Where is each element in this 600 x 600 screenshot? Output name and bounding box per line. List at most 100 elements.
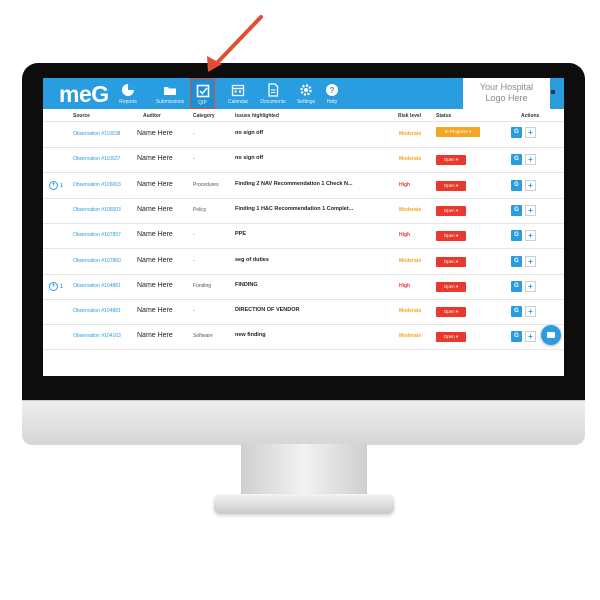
- status-dropdown[interactable]: Open ▾: [436, 307, 466, 318]
- table-row[interactable]: Observation #110638 Name Here - no sign off…: [43, 122, 564, 148]
- status-dropdown[interactable]: Open ▾: [436, 180, 466, 191]
- col-risk[interactable]: Risk level: [398, 113, 421, 119]
- source-link[interactable]: Observation #110637: [73, 156, 120, 162]
- category: -: [193, 131, 195, 137]
- add-action-button[interactable]: +: [525, 230, 536, 242]
- folder-icon: [164, 87, 176, 95]
- add-action-button[interactable]: +: [525, 204, 536, 216]
- source-link[interactable]: Observation #104881: [73, 308, 121, 314]
- gear-icon: [300, 84, 312, 96]
- status-dropdown[interactable]: Open ▾: [436, 256, 466, 267]
- monitor-stand-foot: [214, 494, 394, 514]
- nav-item-submissions[interactable]: Submissions: [150, 78, 190, 109]
- nav-label: QIP: [198, 100, 207, 106]
- col-category[interactable]: Category: [193, 113, 215, 119]
- add-action-button[interactable]: +: [525, 306, 536, 318]
- g-action-button[interactable]: G: [511, 255, 522, 267]
- table-row[interactable]: Observation #107897 Name Here - PPE High Open…: [43, 223, 564, 250]
- auditor-name: Name Here: [137, 155, 173, 163]
- category: -: [193, 156, 195, 163]
- reports-icon: [122, 84, 134, 96]
- nav-item-documents[interactable]: Documents: [255, 78, 291, 109]
- g-action-button[interactable]: G: [511, 280, 522, 292]
- auditor-name: Name Here: [137, 130, 173, 137]
- app-screen: meG Reports Submissions QIP Calendar Documen…: [43, 78, 564, 376]
- document-icon: [268, 83, 279, 97]
- hospital-menu-icon[interactable]: [551, 90, 555, 94]
- chat-bubble-icon[interactable]: [541, 325, 561, 345]
- source-link[interactable]: Observation #104163: [73, 333, 121, 339]
- category: -: [193, 308, 195, 315]
- g-action-button[interactable]: G: [511, 230, 522, 242]
- category: Software: [193, 333, 213, 340]
- add-action-button[interactable]: +: [525, 127, 536, 138]
- col-actions: Actions: [521, 113, 540, 119]
- col-auditor[interactable]: Auditor: [143, 113, 161, 119]
- table-row[interactable]: Observation #110637 Name Here - no sign off…: [43, 147, 564, 174]
- add-action-button[interactable]: +: [525, 154, 536, 166]
- add-action-button[interactable]: +: [525, 255, 536, 267]
- col-status[interactable]: Status: [436, 113, 451, 119]
- status-dropdown[interactable]: Open ▾: [436, 155, 466, 166]
- nav-label: Calendar: [227, 99, 249, 105]
- table-row[interactable]: Observation #107860 Name Here - seg of duti…: [43, 249, 564, 275]
- source-link[interactable]: Observation #107897: [73, 232, 121, 238]
- nav-item-settings[interactable]: Settings: [293, 78, 319, 109]
- status-dropdown[interactable]: Open ▾: [436, 281, 466, 292]
- monitor-chin: [22, 400, 585, 445]
- source-link[interactable]: Observation #106003: [73, 182, 121, 188]
- svg-text:?: ?: [330, 86, 335, 95]
- add-action-button[interactable]: +: [525, 179, 536, 191]
- expand-row-icon[interactable]: +1: [49, 180, 63, 190]
- nav-label: Settings: [296, 99, 316, 105]
- issue-text: no sign off: [235, 130, 264, 136]
- status-dropdown[interactable]: In Progress ▾: [436, 127, 480, 137]
- app-logo[interactable]: meG: [59, 81, 109, 108]
- table-row[interactable]: +1 Observation #104881 Name Here Funding FIN…: [43, 274, 564, 300]
- auditor-name: Name Here: [137, 180, 173, 188]
- g-action-button[interactable]: G: [511, 154, 522, 166]
- top-navbar: meG Reports Submissions QIP Calendar Documen…: [43, 78, 564, 109]
- calendar-icon: [231, 84, 245, 97]
- issue-text: PPE: [235, 231, 247, 238]
- auditor-name: Name Here: [137, 281, 173, 289]
- status-dropdown[interactable]: Open ▾: [436, 231, 466, 242]
- table-row[interactable]: Observation #106003 Name Here Policy Findin…: [43, 198, 564, 224]
- g-action-button[interactable]: G: [511, 306, 522, 318]
- category: Procedures: [193, 181, 219, 188]
- g-action-button[interactable]: G: [511, 204, 522, 216]
- nav-item-reports[interactable]: Reports: [113, 78, 143, 109]
- risk-level: Moderate: [399, 333, 422, 340]
- table-row[interactable]: +1 Observation #106003 Name Here Procedures…: [43, 173, 564, 199]
- source-link[interactable]: Observation #110638: [73, 131, 120, 137]
- issue-text: FINDING: [235, 281, 258, 288]
- table-row[interactable]: Observation #104163 Name Here Software new …: [43, 324, 564, 351]
- nav-item-help[interactable]: ? Help: [323, 78, 341, 109]
- nav-label: Help: [326, 99, 338, 105]
- col-source[interactable]: Source: [73, 113, 90, 119]
- nav-item-qip[interactable]: QIP: [190, 78, 215, 109]
- auditor-name: Name Here: [137, 205, 173, 213]
- auditor-name: Name Here: [137, 231, 173, 239]
- add-action-button[interactable]: +: [525, 331, 536, 343]
- risk-level: High: [399, 181, 411, 188]
- add-action-button[interactable]: +: [525, 280, 536, 292]
- col-issues[interactable]: Issues highlighted: [235, 113, 279, 119]
- g-action-button[interactable]: G: [511, 179, 522, 191]
- table-header: Source Auditor Category Issues highlight…: [43, 109, 564, 122]
- issue-text: DIRECTION OF VENDOR: [235, 307, 300, 314]
- source-link[interactable]: Observation #104881: [73, 283, 121, 289]
- source-link[interactable]: Observation #107860: [73, 258, 121, 264]
- g-action-button[interactable]: G: [511, 127, 522, 138]
- category: Funding: [193, 282, 212, 289]
- table-row[interactable]: Observation #104881 Name Here - DIRECTION O…: [43, 299, 564, 326]
- category: -: [193, 232, 195, 239]
- category: -: [193, 257, 195, 264]
- expand-row-icon[interactable]: +1: [49, 281, 63, 291]
- g-action-button[interactable]: G: [511, 331, 522, 343]
- nav-label: Documents: [260, 99, 286, 105]
- status-dropdown[interactable]: Open ▾: [436, 332, 466, 343]
- source-link[interactable]: Observation #106003: [73, 207, 121, 213]
- status-dropdown[interactable]: Open ▾: [436, 205, 466, 216]
- nav-item-calendar[interactable]: Calendar: [221, 78, 255, 109]
